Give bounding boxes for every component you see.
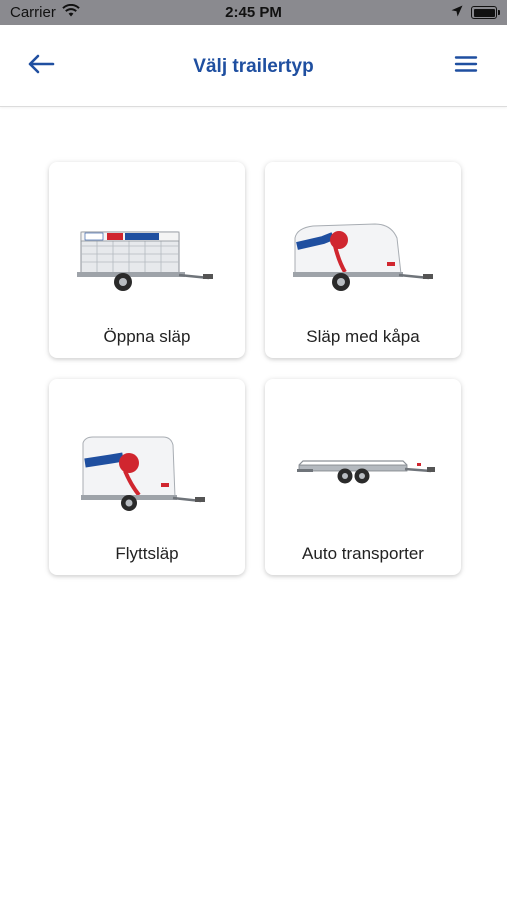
status-bar: Carrier 2:45 PM — [0, 0, 507, 25]
trailer-card-label: Öppna släp — [103, 327, 191, 346]
hamburger-menu-icon — [454, 55, 478, 78]
trailer-card-moving[interactable]: Flyttsläp — [49, 379, 245, 575]
trailer-card-label: Auto transporter — [302, 544, 424, 563]
moving-trailer-image — [67, 419, 227, 519]
covered-trailer-image — [283, 202, 443, 302]
status-left: Carrier — [10, 3, 80, 21]
car-transporter-image — [283, 419, 443, 519]
trailer-card-open[interactable]: Öppna släp — [49, 162, 245, 358]
open-trailer-image — [67, 202, 227, 302]
battery-icon — [471, 6, 500, 19]
status-right — [451, 4, 500, 21]
trailer-card-covered[interactable]: Släp med kåpa — [265, 162, 461, 358]
trailer-card-auto-transporter[interactable]: Auto transporter — [265, 379, 461, 575]
carrier-label: Carrier — [10, 4, 56, 21]
trailer-card-label: Flyttsläp — [115, 544, 179, 563]
page-title: Välj trailertyp — [193, 56, 314, 77]
app-header: Välj trailertyp — [0, 25, 507, 107]
wifi-icon — [62, 3, 80, 21]
trailer-card-label: Släp med kåpa — [306, 327, 420, 346]
menu-button[interactable] — [447, 51, 485, 81]
location-arrow-icon — [451, 4, 463, 21]
